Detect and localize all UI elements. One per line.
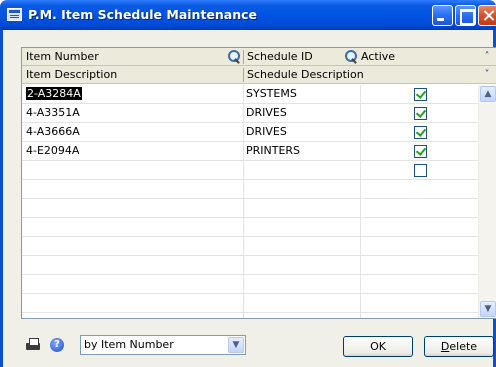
schedule-id-lookup-icon[interactable] — [344, 50, 358, 64]
item-number-cell[interactable]: 4-A3351A — [26, 104, 240, 122]
sort-selected-value: by Item Number — [84, 338, 174, 351]
close-button[interactable] — [478, 5, 496, 26]
table-row[interactable] — [22, 237, 478, 256]
scroll-up-button[interactable]: ▲ — [480, 86, 496, 102]
item-number-cell[interactable] — [26, 161, 240, 179]
item-number-cell[interactable]: 2-A3284A — [26, 85, 240, 103]
schedule-cell[interactable] — [246, 161, 360, 179]
ok-button[interactable]: OK — [343, 336, 413, 357]
chevron-down-icon[interactable]: ▼ — [228, 337, 244, 353]
table-row[interactable] — [22, 294, 478, 313]
table-row[interactable] — [22, 180, 478, 199]
item-number-lookup-icon[interactable] — [227, 50, 241, 64]
table-row[interactable] — [22, 218, 478, 237]
active-checkbox[interactable] — [414, 145, 427, 158]
table-row[interactable] — [22, 161, 478, 180]
table-row[interactable]: 4-E2094A PRINTERS — [22, 142, 478, 161]
vertical-scrollbar[interactable]: ▲ ▼ — [478, 85, 496, 318]
schedule-cell[interactable]: PRINTERS — [246, 142, 360, 160]
table-row[interactable] — [22, 199, 478, 218]
header-item-description: Item Description — [26, 68, 118, 81]
grid-header-row-2: Item Description Schedule Description ˅ — [22, 66, 496, 84]
delete-button[interactable]: Delete — [424, 336, 494, 357]
item-number-cell[interactable]: 4-E2094A — [26, 142, 240, 160]
table-row[interactable] — [22, 256, 478, 275]
active-checkbox[interactable] — [414, 126, 427, 139]
item-number-cell[interactable]: 4-A3666A — [26, 123, 240, 141]
sort-by-dropdown[interactable]: by Item Number ▼ — [80, 335, 246, 355]
table-row[interactable]: 2-A3284A SYSTEMS — [22, 85, 478, 104]
expand-rows-icon[interactable]: ˅ — [478, 66, 496, 84]
scroll-down-button[interactable]: ▼ — [480, 301, 496, 317]
header-schedule-description: Schedule Description — [247, 68, 364, 81]
printer-icon[interactable] — [25, 338, 41, 352]
header-item-number: Item Number — [26, 50, 99, 63]
table-row[interactable]: 4-A3666A DRIVES — [22, 123, 478, 142]
header-schedule-id: Schedule ID — [247, 50, 313, 63]
schedule-grid: Item Number Schedule ID Active ˄ Item De… — [21, 47, 496, 319]
bottom-toolbar: ? by Item Number ▼ OK Delete — [3, 325, 494, 367]
table-row[interactable]: 4-A3351A DRIVES — [22, 104, 478, 123]
title-bar[interactable]: P.M. Item Schedule Maintenance — [0, 0, 496, 30]
active-checkbox[interactable] — [414, 164, 427, 177]
collapse-rows-icon[interactable]: ˄ — [478, 48, 496, 66]
schedule-cell[interactable]: DRIVES — [246, 123, 360, 141]
maximize-button[interactable] — [455, 5, 476, 26]
active-checkbox[interactable] — [414, 88, 427, 101]
header-active: Active — [361, 50, 396, 63]
minimize-button[interactable] — [432, 5, 453, 26]
delete-label: elete — [449, 340, 478, 353]
window-title: P.M. Item Schedule Maintenance — [28, 7, 258, 22]
grid-header-row-1: Item Number Schedule ID Active ˄ — [22, 48, 496, 66]
schedule-cell[interactable]: SYSTEMS — [246, 85, 360, 103]
selected-text: 2-A3284A — [26, 87, 82, 100]
table-row[interactable] — [22, 275, 478, 294]
schedule-cell[interactable]: DRIVES — [246, 104, 360, 122]
window-icon — [7, 8, 22, 21]
active-checkbox[interactable] — [414, 107, 427, 120]
help-icon[interactable]: ? — [50, 338, 64, 352]
